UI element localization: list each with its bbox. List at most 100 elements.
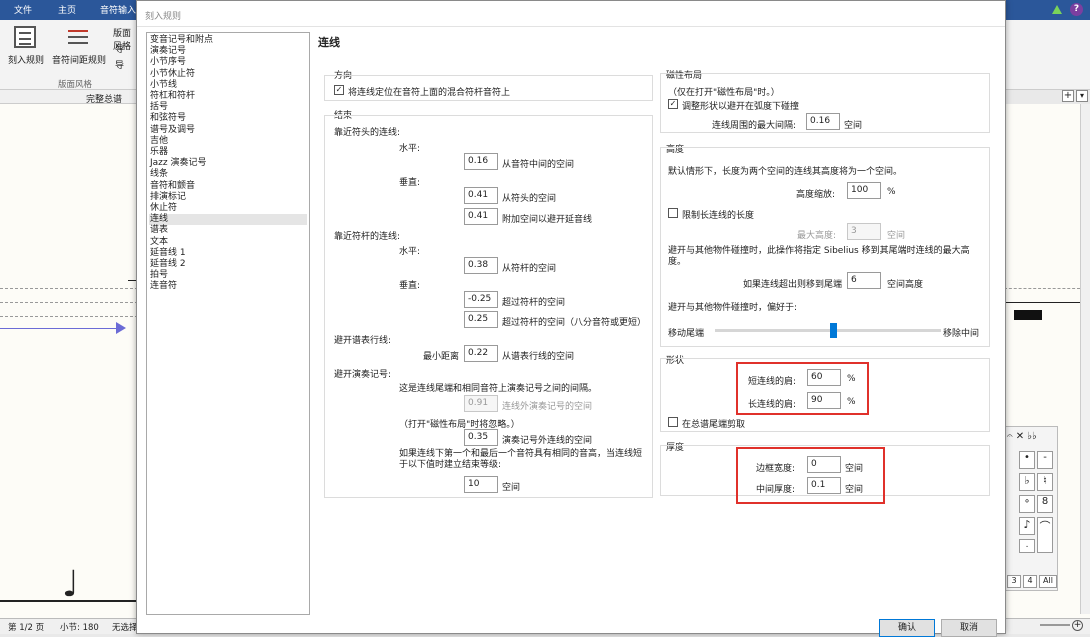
category-item[interactable]: 和弦符号 [149,113,307,124]
cancel-button[interactable]: 取消 [941,619,997,637]
edge-width-input[interactable]: 0 [807,456,841,473]
category-item[interactable]: 符杠和符杆 [149,91,307,102]
same-pitch-input[interactable]: 10 [464,476,498,493]
short-shoulder-unit: % [847,374,856,384]
help-icon[interactable]: ? [1070,3,1083,16]
magnetic-ignore-note: （打开"磁性布局"时将忽略。） [399,420,520,430]
zoom-slider[interactable] [1040,624,1070,626]
min-distance-unit: 从谱表行线的空间 [502,352,575,362]
magnetic-note: （仅在打开"磁性布局"时。） [668,88,780,98]
category-item[interactable]: 延音线 2 [149,259,307,270]
long-shoulder-input[interactable]: 90 [807,392,841,409]
height-scale-label: 高度缩放: [796,190,836,200]
category-item[interactable]: 连线 [149,214,307,226]
keypad-key[interactable]: 8 [1037,495,1053,513]
category-item[interactable]: 小节线 [149,80,307,91]
height-desc: 默认情形下，长度为两个空间的连线其高度将为一个空间。 [668,167,903,177]
short-shoulder-label: 短连线的肩: [748,377,797,387]
dropdown-icon[interactable]: ▾ [1076,90,1088,102]
triangle-icon[interactable] [1052,5,1062,14]
notehead-horizontal-input[interactable]: 0.16 [464,153,498,170]
eighth-note-key[interactable]: ♪ [1019,517,1035,535]
category-list[interactable]: 变音记号和附点 演奏记号 小节序号 小节休止符 小节线 符杠和符杆 括号 和弦符号 谱号及调号吉… [146,32,310,615]
same-pitch-desc: 如果连线下第一个和最后一个音符具有相同的音高，当连线短于以下值时建立结束等级: [399,449,643,470]
keypad-key[interactable]: - [1037,451,1053,469]
keypad-layout-3[interactable]: 3 [1007,575,1021,588]
category-item[interactable]: Jazz 演奏记号 [149,158,307,169]
category-item[interactable]: 音符和颤音 [149,181,307,192]
max-gap-input[interactable]: 0.16 [806,113,840,130]
keypad-key[interactable]: • [1019,451,1035,469]
category-item[interactable]: 休止符 [149,203,307,214]
category-item[interactable]: 乐器 [149,147,307,158]
move-end-input[interactable]: 6 [847,272,881,289]
tie-key[interactable]: ⌒ [1037,517,1053,553]
score-view[interactable]: ♩ [0,104,138,624]
zoom-in-icon[interactable]: + [1072,620,1083,631]
min-distance-input[interactable]: 0.22 [464,345,498,362]
keypad: 𝄐 ✕ ♭♭ • - ♭ ♮ ∘ 8 ♪ ⌒ . 3 4 All [1004,426,1058,591]
category-item[interactable]: 连音符 [149,281,307,292]
articulation-inside-input[interactable]: 0.35 [464,429,498,446]
mid-thickness-input[interactable]: 0.1 [807,477,841,494]
same-pitch-unit: 空间 [502,483,521,493]
keypad-layout-all[interactable]: All [1039,575,1057,588]
score-view-right[interactable]: 𝄐 ✕ ♭♭ • - ♭ ♮ ∘ 8 ♪ ⌒ . 3 4 All [1004,104,1090,624]
stem-horizontal-input[interactable]: 0.38 [464,257,498,274]
flat-key[interactable]: ♭ [1019,473,1035,491]
articulation-outside-input[interactable]: 0.91 [464,395,498,412]
staff-line [0,302,138,303]
tab-note-input[interactable]: 音符输入 [100,3,136,16]
add-icon[interactable]: + [1062,90,1074,102]
natural-key[interactable]: ♮ [1037,473,1053,491]
arrow-icon [116,322,126,334]
keypad-key[interactable]: ∘ [1019,495,1035,513]
engraving-rules-button[interactable]: 刻入规则 [8,53,44,66]
export-button[interactable]: 导 [115,58,124,71]
category-item[interactable]: 演奏记号 [149,46,307,57]
category-item[interactable]: 拍号 [149,270,307,281]
max-gap-unit: 空间 [844,121,863,131]
horizontal-label: 水平: [399,144,421,154]
direction-checkbox[interactable]: ✓ [334,85,344,95]
category-item[interactable]: 小节休止符 [149,69,307,80]
notehead-vertical-unit: 从符头的空间 [502,194,557,204]
category-item[interactable]: 变音记号和附点 [149,35,307,46]
edge-width-label: 边框宽度: [756,464,796,474]
category-item[interactable]: 谱表 [149,225,307,236]
notehead-vertical-input[interactable]: 0.41 [464,187,498,204]
category-item[interactable]: 排演标记 [149,192,307,203]
clip-end-checkbox[interactable] [668,417,678,427]
keypad-layout-4[interactable]: 4 [1023,575,1037,588]
note-spacing-button[interactable]: 音符间距规则 [52,53,106,66]
category-item[interactable]: 文本 [149,237,307,248]
category-item[interactable]: 谱号及调号 [149,125,307,136]
dialog-title-bar: 刻入规则 [137,1,1005,27]
magnetic-checkbox[interactable]: ✓ [668,99,678,109]
tab-home[interactable]: 主页 [58,3,76,16]
preference-slider-thumb[interactable] [830,323,837,338]
notehead-horizontal-unit: 从音符中间的空间 [502,160,575,170]
engraving-rules-icon [14,26,36,48]
stem-short-input[interactable]: 0.25 [464,311,498,328]
preference-slider[interactable] [715,323,941,338]
vertical-scrollbar[interactable] [1080,104,1090,614]
ok-button[interactable]: 确认 [879,619,935,637]
max-height-label: 最大高度: [797,231,837,241]
tie-avoid-input[interactable]: 0.41 [464,208,498,225]
limit-long-checkbox[interactable] [668,208,678,218]
category-item[interactable]: 线条 [149,169,307,180]
short-shoulder-input[interactable]: 60 [807,369,841,386]
import-button[interactable]: 导 [115,42,124,55]
max-height-input[interactable]: 3 [847,223,881,240]
category-item[interactable]: 括号 [149,102,307,113]
category-item[interactable]: 吉他 [149,136,307,147]
tab-file[interactable]: 文件 [14,3,32,16]
category-item[interactable]: 小节序号 [149,57,307,68]
staff-line [0,316,138,317]
height-scale-input[interactable]: 100 [847,182,881,199]
category-item[interactable]: 延音线 1 [149,248,307,259]
stem-vertical-input[interactable]: -0.25 [464,291,498,308]
dot-key[interactable]: . [1019,539,1035,553]
note-spacing-icon [66,26,90,48]
